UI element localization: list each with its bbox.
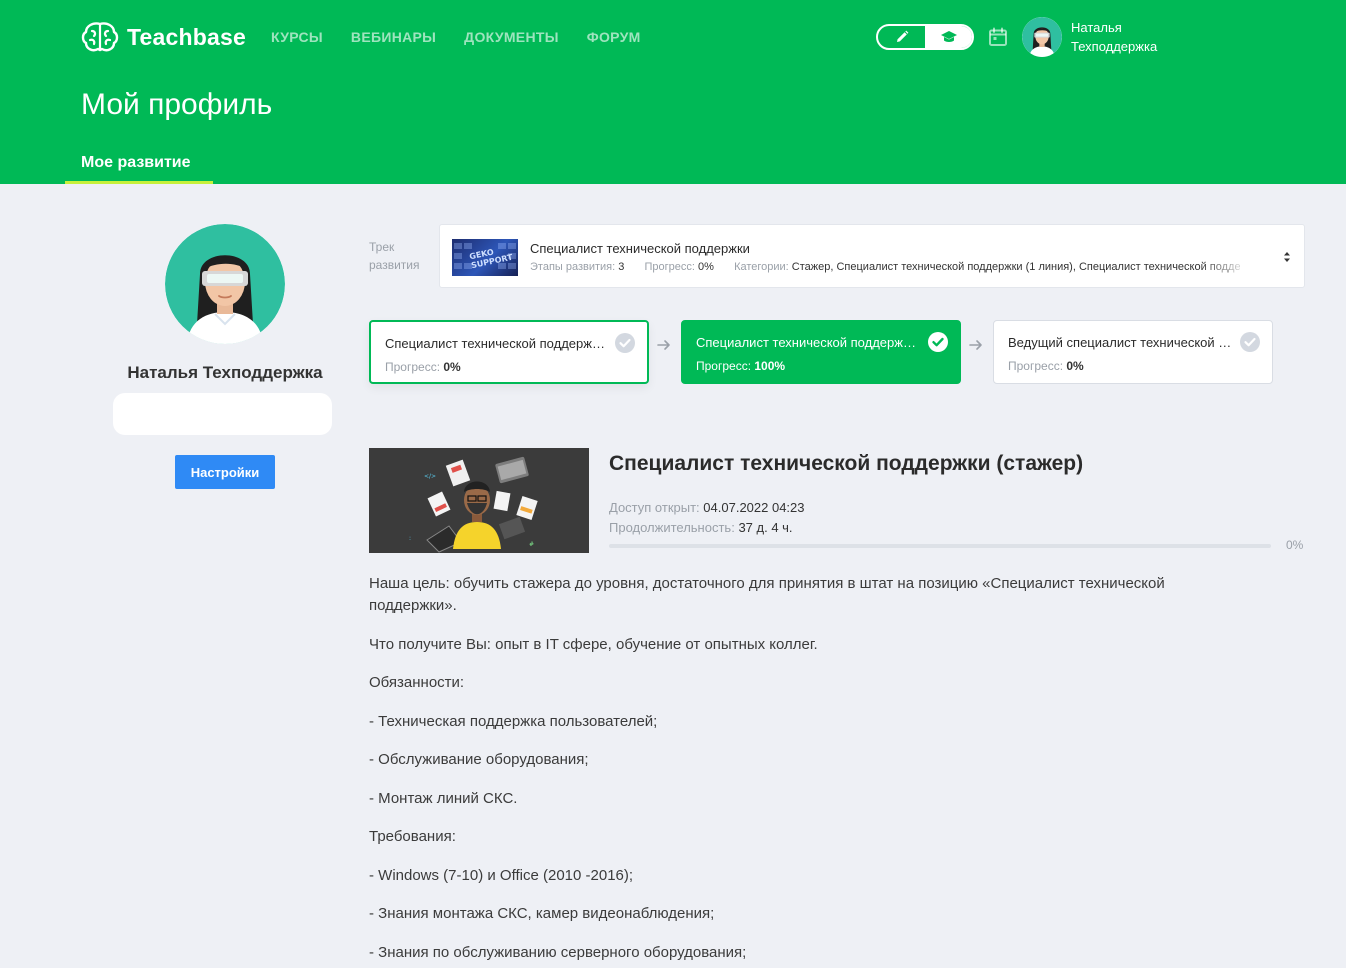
user-last-name: Техподдержка — [1071, 39, 1158, 54]
description-paragraph: - Знания монтажа СКС, камер видеонаблюде… — [369, 905, 715, 922]
description-paragraph: - Windows (7-10) и Office (2010 -2016); — [369, 866, 634, 884]
stage-card-2[interactable]: Специалист технической поддержки (1 лини… — [681, 320, 961, 384]
stage-progress: Прогресс: 0% — [1008, 359, 1084, 373]
stage-title: Ведущий специалист технической поддержки — [1008, 335, 1233, 350]
avatar-image — [165, 224, 285, 344]
settings-button[interactable]: Настройки — [175, 455, 275, 489]
profile-name: Наталья Техподдержка — [127, 363, 323, 382]
track-stages-label: Этапы развития: — [530, 261, 616, 273]
svg-text::: : — [409, 535, 411, 542]
svg-text:#: # — [529, 541, 534, 548]
arrow-right-icon — [969, 340, 982, 350]
description-paragraph: - Знания по обслуживанию серверного обор… — [369, 943, 747, 961]
sort-arrows-icon — [1284, 252, 1290, 262]
stage-card-3[interactable]: Ведущий специалист технической поддержки… — [993, 320, 1273, 384]
stage-info: Доступ открыт: 04.07.2022 04:23 Продолжи… — [609, 498, 805, 538]
track-categories-label: Категории: — [734, 261, 789, 273]
duration-label: Продолжительность: — [609, 520, 735, 535]
stage-card-1[interactable]: Специалист технической поддержки (стажер… — [369, 320, 649, 384]
stage-progress-value: 100% — [754, 359, 786, 373]
nav-documents[interactable]: ДОКУМЕНТЫ — [464, 29, 559, 45]
stage-cover-image: </> # : — [369, 448, 589, 553]
avatar-image — [1022, 17, 1062, 57]
access-value: 04.07.2022 04:23 — [703, 500, 805, 515]
description-paragraph: Что получите Вы: опыт в IT сфере, обучен… — [369, 635, 818, 653]
track-label: Трек развития — [369, 240, 420, 272]
header: Teachbase КУРСЫ ВЕБИНАРЫ ДОКУМЕНТЫ ФОРУМ — [0, 0, 1346, 184]
profile-info-box — [113, 393, 332, 435]
arrow-right-icon — [657, 340, 670, 350]
track-select[interactable]: GEKO SUPPORT Специалист технической подд… — [439, 224, 1305, 288]
brain-logo-icon — [81, 22, 119, 52]
profile-avatar — [165, 224, 285, 344]
description-paragraph: Требования: — [369, 828, 456, 845]
support-illustration: </> # : — [369, 448, 589, 553]
description-paragraph: Обязанности: — [369, 674, 465, 691]
nav-forum[interactable]: ФОРУМ — [587, 29, 641, 45]
page-title: Мой профиль — [81, 88, 273, 121]
stage-progress-bar — [609, 544, 1271, 548]
svg-text:</>: </> — [424, 473, 436, 480]
stage-description: Наша цель: обучить стажера до уровня, до… — [369, 573, 1249, 968]
user-first-name: Наталья — [1071, 20, 1122, 35]
graduation-cap-icon — [940, 31, 957, 42]
nav-courses[interactable]: КУРСЫ — [271, 29, 323, 45]
stage-progress: Прогресс: 0% — [385, 360, 461, 374]
access-label: Доступ открыт: — [609, 500, 700, 515]
description-paragraph: - Техническая поддержка пользователей; — [369, 712, 658, 730]
stage-title: Специалист технической поддержки (1 лини… — [696, 335, 921, 350]
duration-value: 37 д. 4 ч. — [738, 520, 793, 535]
track-categories-value: Стажер, Специалист технической поддержки… — [791, 261, 1240, 273]
header-user-name[interactable]: Наталья Техподдержка — [1071, 18, 1157, 56]
tab-my-development[interactable]: Мое развитие — [65, 144, 213, 184]
calendar-button[interactable] — [988, 27, 1008, 52]
stage-progress: Прогресс: 100% — [696, 359, 786, 373]
access-row: Доступ открыт: 04.07.2022 04:23 — [609, 498, 805, 518]
learner-mode-button[interactable] — [925, 26, 972, 48]
main-nav: КУРСЫ ВЕБИНАРЫ ДОКУМЕНТЫ ФОРУМ — [271, 29, 641, 45]
check-circle-icon — [1240, 332, 1260, 352]
mode-toggle — [876, 24, 974, 50]
author-mode-button[interactable] — [878, 26, 925, 48]
logo[interactable]: Teachbase — [81, 21, 246, 53]
nav-webinars[interactable]: ВЕБИНАРЫ — [351, 29, 436, 45]
track-thumbnail: GEKO SUPPORT — [452, 239, 518, 276]
progress-percent: 0% — [1286, 538, 1304, 552]
track-progress-value: 0% — [698, 261, 714, 273]
check-circle-icon — [928, 332, 948, 352]
calendar-icon — [989, 27, 1007, 46]
track-meta: Этапы развития: 3 Прогресс: 0% Категории… — [530, 261, 1240, 273]
header-avatar[interactable] — [1022, 17, 1062, 57]
description-paragraph: - Монтаж линий СКС. — [369, 789, 518, 807]
track-title: Специалист технической поддержки — [530, 241, 750, 256]
stage-progress-value: 0% — [443, 360, 461, 374]
description-paragraph: Наша цель: обучить стажера до уровня, до… — [369, 575, 1165, 614]
duration-row: Продолжительность: 37 д. 4 ч. — [609, 518, 805, 538]
check-circle-icon — [615, 333, 635, 353]
logo-text: Teachbase — [127, 23, 246, 50]
stage-title: Специалист технической поддержки (стажер… — [385, 336, 610, 351]
track-stages-value: 3 — [618, 261, 625, 273]
text-fade — [1200, 255, 1250, 275]
description-paragraph: - Обслуживание оборудования; — [369, 751, 589, 768]
stage-progress-value: 0% — [1066, 359, 1084, 373]
pencil-icon — [896, 30, 908, 42]
track-progress-label: Прогресс: — [644, 261, 695, 273]
stage-heading: Специалист технической поддержки (стажер… — [609, 452, 1084, 475]
